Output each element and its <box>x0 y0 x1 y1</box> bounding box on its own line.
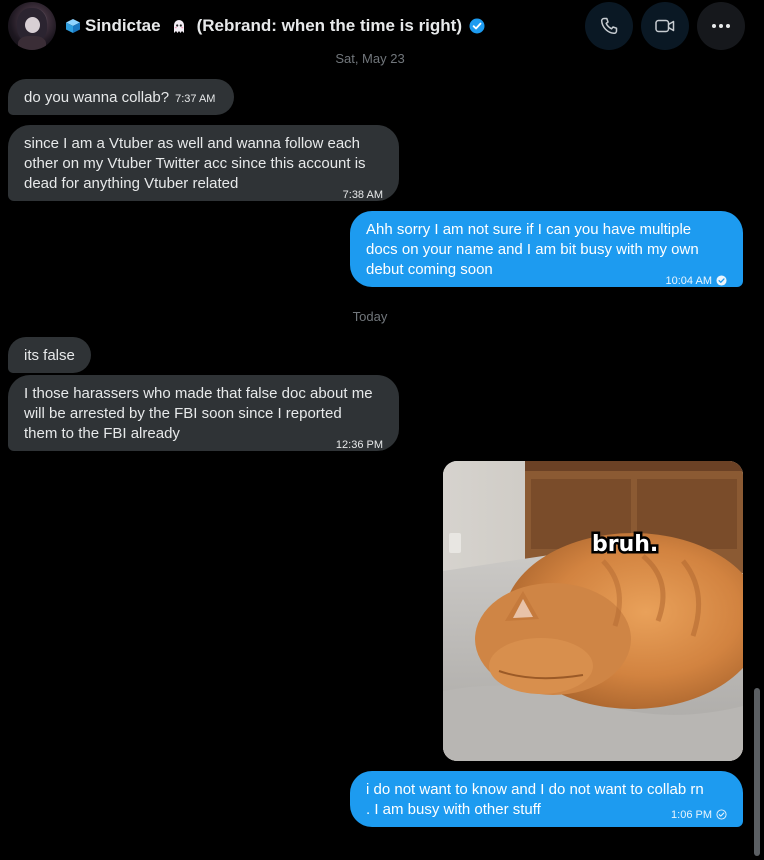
phone-icon <box>600 17 618 35</box>
message-timestamp: 7:37 AM <box>175 93 216 105</box>
dm-conversation: Sindictae (Rebrand: when the time is rig… <box>0 0 764 860</box>
verified-icon <box>469 18 485 34</box>
message-text: do you wanna collab? <box>24 89 170 106</box>
message-incoming[interactable]: I those harassers who made that false do… <box>8 375 399 451</box>
message-incoming[interactable]: its false <box>8 337 91 373</box>
ghost-icon <box>173 20 184 33</box>
message-incoming[interactable]: do you wanna collab? 7:37 AM <box>8 79 234 115</box>
sent-receipt-icon <box>716 809 727 820</box>
call-button[interactable] <box>585 2 633 50</box>
message-timestamp: 10:04 AM <box>665 275 712 287</box>
message-text: since I am a Vtuber as well and wanna fo… <box>24 135 366 192</box>
video-icon <box>655 19 675 33</box>
display-name-suffix: (Rebrand: when the time is right) <box>196 16 462 35</box>
conversation-header: Sindictae (Rebrand: when the time is rig… <box>0 0 764 52</box>
cat-image: bruh. <box>443 461 743 761</box>
date-separator: Sat, May 23 <box>335 51 405 66</box>
message-text: its false <box>24 347 75 364</box>
more-options-button[interactable] <box>697 2 745 50</box>
image-message[interactable]: bruh. <box>443 461 743 761</box>
video-call-button[interactable] <box>641 2 689 50</box>
avatar[interactable] <box>8 2 56 50</box>
message-text: I those harassers who made that false do… <box>24 385 373 442</box>
message-outgoing[interactable]: Ahh sorry I am not sure if I can you hav… <box>350 211 743 287</box>
message-timestamp: 1:06 PM <box>671 809 712 821</box>
cube-icon <box>66 19 80 33</box>
image-caption: bruh. <box>592 532 658 557</box>
message-outgoing[interactable]: i do not want to know and I do not want … <box>350 771 743 827</box>
message-incoming[interactable]: since I am a Vtuber as well and wanna fo… <box>8 125 399 201</box>
scrollbar-thumb[interactable] <box>754 688 760 856</box>
message-text: Ahh sorry I am not sure if I can you hav… <box>366 221 699 278</box>
conversation-title[interactable]: Sindictae (Rebrand: when the time is rig… <box>65 14 485 38</box>
read-receipt-icon <box>716 275 727 286</box>
more-icon <box>712 24 730 28</box>
display-name: Sindictae <box>85 16 161 35</box>
date-separator: Today <box>352 309 388 324</box>
